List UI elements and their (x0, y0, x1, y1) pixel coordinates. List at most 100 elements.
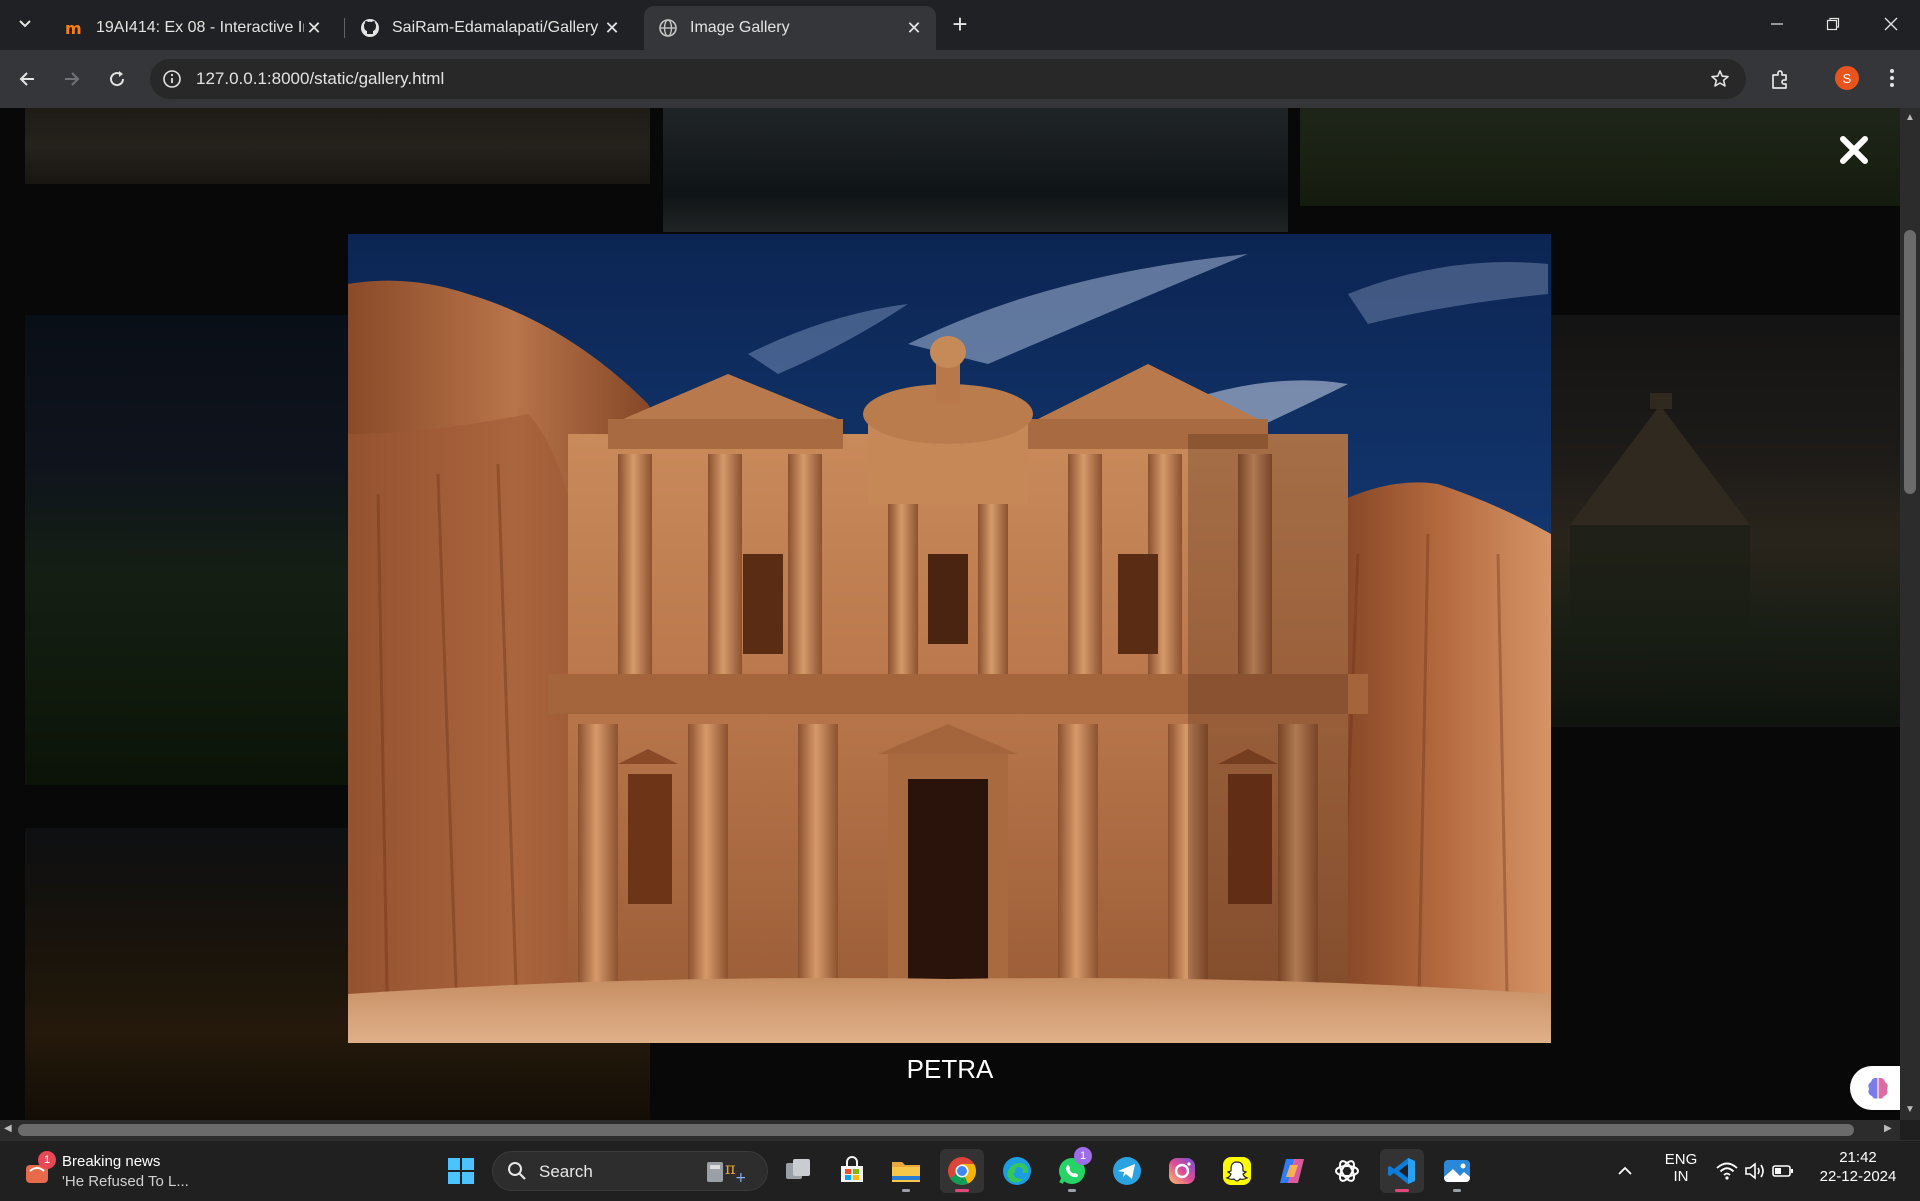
more-menu-icon[interactable] (1880, 64, 1904, 92)
task-view-button[interactable] (776, 1149, 820, 1193)
tab-title: 19AI414: Ex 08 - Interactive Ima (96, 19, 304, 36)
running-indicator (1453, 1189, 1461, 1192)
scroll-up-arrow-icon[interactable]: ▲ (1905, 112, 1915, 123)
profile-avatar[interactable]: S (1835, 66, 1859, 90)
snapchat-icon (1223, 1157, 1251, 1185)
close-tab-icon[interactable]: ✕ (304, 18, 324, 39)
close-window-button[interactable] (1868, 8, 1914, 40)
telegram-icon (1113, 1157, 1141, 1185)
github-icon (360, 18, 380, 38)
task-view-icon (786, 1159, 810, 1179)
running-indicator (1395, 1189, 1409, 1192)
url-text[interactable]: 127.0.0.1:8000/static/gallery.html (196, 69, 444, 89)
wifi-icon (1716, 1162, 1738, 1180)
taskbar-search[interactable]: Search π + (492, 1151, 768, 1191)
tab-moodle[interactable]: m 19AI414: Ex 08 - Interactive Ima ✕ (50, 6, 336, 50)
edge-button[interactable] (995, 1149, 1039, 1193)
arrow-left-icon (19, 72, 34, 86)
minimize-icon (1771, 23, 1783, 25)
tab-image-gallery[interactable]: Image Gallery ✕ (644, 6, 936, 50)
tab-title: Image Gallery (690, 19, 790, 36)
news-title: Breaking news (62, 1153, 161, 1170)
copilot-icon (1280, 1159, 1304, 1183)
vscode-icon (1388, 1158, 1415, 1184)
chrome-button[interactable] (940, 1149, 984, 1193)
globe-icon (658, 18, 678, 38)
whatsapp-button[interactable]: 1 (1050, 1147, 1094, 1193)
search-icon (508, 1162, 526, 1180)
scroll-down-arrow-icon[interactable]: ▼ (1905, 1104, 1915, 1115)
clock-date: 22-12-2024 (1819, 1168, 1897, 1185)
language-code: ENG (1664, 1151, 1698, 1168)
minimize-button[interactable] (1754, 8, 1800, 40)
photos-button[interactable] (1435, 1149, 1479, 1193)
battery-icon (1772, 1165, 1793, 1177)
back-button[interactable] (10, 62, 44, 96)
tab-github[interactable]: SaiRam-Edamalapati/Gallery ✕ (346, 6, 634, 50)
svg-text:π: π (725, 1159, 736, 1178)
language-indicator[interactable]: ENG IN (1660, 1151, 1702, 1185)
address-bar[interactable]: 127.0.0.1:8000/static/gallery.html (150, 59, 1746, 99)
snapchat-button[interactable] (1215, 1149, 1259, 1193)
microsoft-store-button[interactable] (830, 1149, 874, 1193)
svg-text:+: + (735, 1170, 745, 1186)
folder-icon (892, 1162, 920, 1182)
lightbox-image (348, 234, 1551, 1043)
extensions-icon[interactable] (1766, 66, 1794, 94)
whatsapp-badge: 1 (1074, 1147, 1092, 1165)
arrow-right-icon (65, 72, 80, 86)
horizontal-scrollbar[interactable]: ◀ ▶ (0, 1120, 1900, 1140)
show-hidden-icons-button[interactable] (1610, 1149, 1640, 1193)
instagram-button[interactable] (1160, 1149, 1204, 1193)
bookmark-star-icon[interactable] (1708, 67, 1732, 91)
tab-divider (344, 18, 345, 38)
region-code: IN (1673, 1168, 1689, 1185)
tab-title: SaiRam-Edamalapati/Gallery (392, 19, 599, 36)
vertical-scroll-thumb[interactable] (1904, 230, 1916, 494)
gallery-page: PETRA (0, 108, 1900, 1120)
edge-icon (1003, 1157, 1031, 1185)
calculator-icon: π + (707, 1159, 745, 1186)
chevron-down-icon (19, 20, 31, 28)
news-badge: 1 (38, 1151, 56, 1169)
tab-search-button[interactable] (10, 8, 40, 40)
chevron-up-icon (1618, 1166, 1632, 1175)
horizontal-scroll-thumb[interactable] (18, 1124, 1854, 1136)
ai-assistant-button[interactable] (1850, 1066, 1900, 1110)
vertical-scrollbar[interactable]: ▲ ▼ (1900, 108, 1920, 1120)
running-indicator (955, 1189, 969, 1192)
tab-strip: m 19AI414: Ex 08 - Interactive Ima ✕ Sai… (0, 0, 1920, 50)
svg-text:m: m (65, 19, 82, 38)
start-button[interactable] (439, 1149, 483, 1193)
scroll-right-arrow-icon[interactable]: ▶ (1884, 1123, 1892, 1134)
clock[interactable]: 21:42 22-12-2024 (1810, 1149, 1906, 1185)
scroll-left-arrow-icon[interactable]: ◀ (4, 1123, 12, 1134)
chrome-icon (948, 1157, 976, 1185)
vscode-button[interactable] (1380, 1149, 1424, 1193)
reload-icon (110, 71, 125, 87)
close-lightbox-button[interactable] (1838, 134, 1870, 166)
chatgpt-button[interactable] (1325, 1149, 1369, 1193)
close-tab-icon[interactable]: ✕ (904, 18, 924, 39)
close-tab-icon[interactable]: ✕ (602, 18, 622, 39)
moodle-icon: m (64, 18, 84, 38)
copilot-button[interactable] (1270, 1149, 1314, 1193)
news-widget[interactable]: 1 Breaking news 'He Refused To L... (22, 1149, 222, 1193)
file-explorer-button[interactable] (884, 1149, 928, 1193)
chatgpt-icon (1335, 1160, 1359, 1182)
windows-logo-icon (448, 1158, 474, 1184)
restore-icon (1826, 17, 1840, 31)
close-icon (1884, 17, 1898, 31)
lightbox-caption: PETRA (906, 1054, 994, 1084)
store-icon (841, 1156, 863, 1182)
site-info-icon[interactable] (160, 67, 184, 91)
new-tab-button[interactable]: + (945, 10, 975, 40)
clock-time: 21:42 (1839, 1149, 1877, 1166)
instagram-icon (1169, 1158, 1195, 1184)
forward-button[interactable] (55, 62, 89, 96)
restore-button[interactable] (1810, 8, 1856, 40)
quick-settings[interactable] (1716, 1161, 1796, 1183)
telegram-button[interactable] (1105, 1149, 1149, 1193)
reload-button[interactable] (100, 62, 134, 96)
windows-taskbar: 1 Breaking news 'He Refused To L... Sear… (0, 1140, 1920, 1201)
